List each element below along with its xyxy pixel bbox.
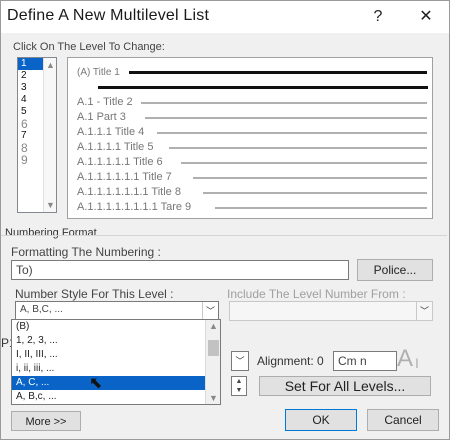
number-style-label: Number Style For This Level : — [15, 287, 174, 301]
number-style-value: A, B,C, ... — [20, 304, 63, 315]
number-style-dropdown[interactable]: A, B,C, ... ﹀ — [15, 301, 219, 321]
help-button[interactable]: ? — [363, 5, 393, 29]
level-list[interactable]: 1 2 3 4 5 6 7 8 9 ▲ ▼ — [17, 57, 57, 213]
style-option[interactable]: i, ii, iii, ... — [12, 362, 220, 376]
dialog-title: Define A New Multilevel List — [7, 7, 210, 24]
preview-line: A.1.1.1.1.1.1 Title 7 — [77, 171, 427, 185]
preview-line: A.1.1.1.1 Title 5 — [77, 141, 427, 155]
formatting-label: Formatting The Numbering : — [11, 245, 161, 259]
level-list-scrollbar[interactable]: ▲ ▼ — [43, 58, 56, 212]
preview-line: A.1 - Title 2 — [77, 96, 427, 110]
preview-line: (A) Title 1 — [77, 67, 427, 81]
chevron-down-icon[interactable]: ﹀ — [202, 302, 218, 320]
spin-up-icon[interactable]: ▲ — [232, 377, 246, 386]
cancel-button[interactable]: Cancel — [367, 409, 439, 431]
text-size-icon: A — [397, 345, 414, 372]
spin-down-icon[interactable]: ▼ — [232, 386, 246, 395]
scroll-down-icon[interactable]: ▼ — [44, 200, 57, 210]
preview-line: A.1.1.1.1.1.1.1.1 Tare 9 — [77, 201, 427, 215]
scroll-up-icon[interactable]: ▲ — [207, 321, 220, 331]
alignment-label: Alignment: 0 — [257, 354, 324, 368]
chevron-down-icon[interactable]: ﹀ — [416, 302, 432, 320]
scroll-up-icon[interactable]: ▲ — [44, 60, 57, 70]
text-size-small-icon: I — [415, 355, 419, 371]
close-button[interactable]: ✕ — [411, 5, 441, 29]
include-level-dropdown[interactable]: ﹀ — [229, 301, 433, 321]
indent-spinner[interactable]: ▲ ▼ — [231, 376, 247, 396]
numbering-format-group-label: Numbering Format — [5, 227, 97, 239]
title-bar: Define A New Multilevel List ? ✕ — [1, 1, 449, 33]
number-style-options[interactable]: (B) 1, 2, 3, ... I, II, III, ... i, ii, … — [11, 319, 221, 405]
scroll-down-icon[interactable]: ▼ — [207, 393, 220, 403]
style-option[interactable]: (B) — [12, 320, 220, 334]
numbering-preview: (A) Title 1 A.1 - Title 2 A.1 Part 3 A.1… — [67, 57, 433, 219]
style-option-selected[interactable]: A, C, ... — [12, 376, 220, 390]
include-level-label: Include The Level Number From : — [227, 287, 406, 301]
police-button[interactable]: Police... — [357, 259, 433, 281]
scroll-thumb[interactable] — [208, 340, 219, 356]
more-button[interactable]: More >> — [11, 411, 81, 431]
chevron-down-icon[interactable]: ﹀ — [232, 352, 248, 370]
set-all-levels-button[interactable]: Set For All Levels... — [259, 376, 431, 396]
number-format-field[interactable]: To) — [11, 260, 349, 280]
style-option[interactable]: A, B,c, ... — [12, 390, 220, 404]
preview-bold-rule — [98, 86, 428, 89]
preview-line: A.1.1.1 Title 4 — [77, 126, 427, 140]
multilevel-list-dialog: Define A New Multilevel List ? ✕ Click O… — [0, 0, 450, 440]
preview-line: A.1.1.1.1.1 Title 6 — [77, 156, 427, 170]
preview-line: A.1.1.1.1.1.1.1 Title 8 — [77, 186, 427, 200]
ok-button[interactable]: OK — [285, 409, 357, 431]
preview-line: A.1 Part 3 — [77, 111, 427, 125]
alignment-field[interactable]: Cm n — [333, 351, 397, 371]
options-scrollbar[interactable]: ▲ ▼ — [205, 320, 220, 404]
style-option[interactable]: 1, 2, 3, ... — [12, 334, 220, 348]
position-dropdown[interactable]: ﹀ — [231, 351, 249, 371]
mouse-pointer-icon: ⬉ — [89, 375, 103, 392]
level-list-label: Click On The Level To Change: — [13, 41, 165, 53]
style-option[interactable]: I, II, III, ... — [12, 348, 220, 362]
group-divider — [1, 235, 447, 236]
